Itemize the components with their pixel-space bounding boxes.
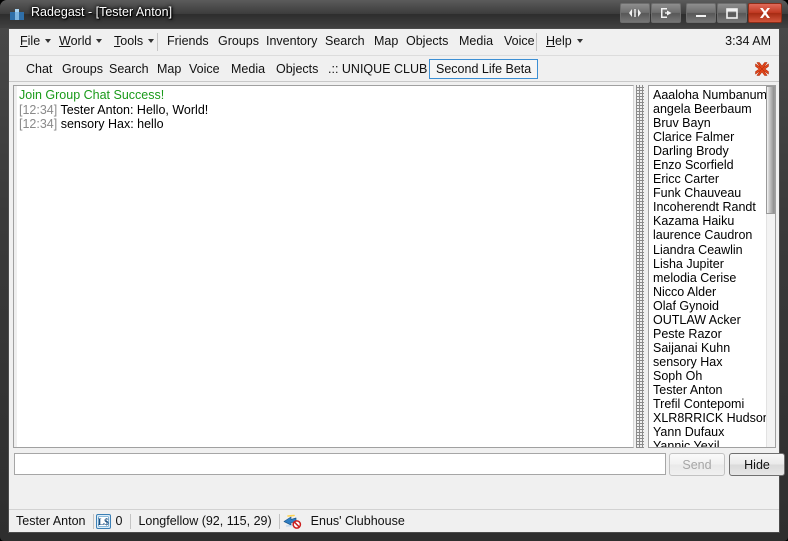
chat-timestamp: [12:34] (19, 117, 58, 131)
participant-row[interactable]: Nicco Alder (653, 285, 765, 299)
hide-button[interactable]: Hide (729, 453, 785, 476)
status-parcel: Enus' Clubhouse (310, 514, 405, 528)
participant-row[interactable]: XLR8RRICK Hudson (653, 411, 770, 425)
linden-dollar-icon: L$ (94, 513, 113, 529)
menu-media[interactable]: Media (458, 34, 494, 52)
participant-row[interactable]: Aaaloha Numbanumba (653, 88, 775, 102)
window-title: Radegast - [Tester Anton] (31, 5, 173, 19)
tab-search[interactable]: Search (102, 59, 156, 79)
chat-scroll-strip[interactable] (14, 86, 17, 447)
menu-friends[interactable]: Friends (166, 34, 210, 52)
chat-text: sensory Hax: hello (60, 117, 164, 131)
menu-file[interactable]: File (19, 34, 52, 52)
status-location: Longfellow (92, 115, 29) (138, 514, 272, 528)
participant-row[interactable]: Peste Razor (653, 327, 765, 341)
chat-log: Join Group Chat Success! [12:34] Tester … (19, 88, 631, 447)
menu-tools[interactable]: Tools (113, 34, 155, 52)
status-avatar-name: Tester Anton (16, 514, 86, 528)
menu-groups[interactable]: Groups (217, 34, 260, 52)
menu-bar: File World Tools Friends Groups Inventor… (9, 29, 779, 56)
menu-world[interactable]: World (58, 34, 103, 52)
chat-text: Tester Anton: Hello, World! (60, 102, 209, 117)
clock: 3:34 AM (725, 34, 771, 48)
chevron-down-icon (148, 39, 155, 43)
svg-text:L$: L$ (97, 517, 108, 528)
chevron-down-icon (576, 39, 583, 43)
export-button[interactable] (651, 3, 681, 23)
chat-line: [12:34] Tester Anton: Hello, World! (19, 103, 631, 118)
participant-list: Aaaloha Numbanumba angela Beerbaum Bruv Ba… (653, 88, 775, 447)
chevron-down-icon (45, 39, 52, 43)
scrollbar-thumb[interactable] (766, 86, 775, 214)
menu-separator (157, 33, 158, 51)
chat-input[interactable] (14, 453, 666, 475)
participant-row[interactable]: Olaf Gynoid (653, 299, 765, 313)
participant-row[interactable]: laurence Caudron (653, 228, 765, 242)
participant-row[interactable]: Clarice Falmer (653, 130, 765, 144)
participant-row[interactable]: Incoherendt Randt (653, 200, 765, 214)
radegast-blocks-icon (9, 6, 25, 22)
tab-bar: Chat Groups Search Map Voice Media Objec… (9, 56, 779, 82)
menu-inventory[interactable]: Inventory (265, 34, 318, 52)
participant-row[interactable]: Funk Chauveau (653, 186, 765, 200)
chat-log-panel[interactable]: Join Group Chat Success! [12:34] Tester … (13, 85, 634, 448)
participant-row[interactable]: Saijanai Kuhn (653, 341, 765, 355)
minimize-button[interactable] (686, 3, 716, 23)
participant-row[interactable]: Darling Brody (653, 144, 765, 158)
resize-button[interactable] (620, 3, 650, 23)
tab-media[interactable]: Media (224, 59, 272, 79)
chat-line: [12:34] sensory Hax: hello (19, 117, 631, 132)
participant-row[interactable]: Soph Oh (653, 369, 765, 383)
participant-row[interactable]: Enzo Scorfield (653, 158, 765, 172)
client-area: File World Tools Friends Groups Inventor… (8, 28, 785, 533)
no-fly-icon (280, 513, 304, 529)
menu-voice[interactable]: Voice (503, 34, 536, 52)
close-tab-x-icon[interactable] (753, 60, 771, 78)
participant-row[interactable]: Liandra Ceawlin (653, 243, 765, 257)
tab-chat[interactable]: Chat (19, 59, 59, 79)
menu-separator (536, 33, 537, 51)
status-bar: Tester Anton L$ 0 Longfellow (92, 115, 2… (9, 509, 779, 532)
chat-line: Join Group Chat Success! (19, 88, 165, 102)
menu-help[interactable]: Help (545, 34, 584, 52)
participant-row[interactable]: Trefil Contepomi (653, 397, 765, 411)
participant-row[interactable]: Tester Anton (653, 383, 765, 397)
tab-second-life-beta[interactable]: Second Life Beta (429, 59, 539, 79)
menu-search[interactable]: Search (324, 34, 366, 52)
application-window: Radegast - [Tester Anton] File World Too… (0, 0, 788, 541)
participant-row[interactable]: Lisha Jupiter (653, 257, 765, 271)
chat-timestamp: [12:34] (19, 102, 58, 117)
participant-row[interactable]: Bruv Bayn (653, 116, 765, 130)
participant-list-scrollbar[interactable] (766, 86, 775, 447)
participant-list-panel[interactable]: Aaaloha Numbanumba angela Beerbaum Bruv Ba… (648, 85, 776, 448)
participant-row[interactable]: Ericc Carter (653, 172, 765, 186)
participant-row[interactable]: melodia Cerise (653, 271, 765, 285)
participant-row[interactable]: Yannic Yexil (653, 439, 765, 447)
status-balance: 0 (115, 514, 123, 528)
chevron-down-icon (96, 39, 103, 43)
participant-row[interactable]: OUTLAW Acker (653, 313, 765, 327)
tab-voice[interactable]: Voice (182, 59, 227, 79)
participant-row[interactable]: angela Beerbaum (653, 102, 765, 116)
tab-objects[interactable]: Objects (269, 59, 325, 79)
panel-splitter[interactable] (636, 85, 644, 448)
participant-row[interactable]: sensory Hax (653, 355, 765, 369)
participant-row[interactable]: Yann Dufaux (653, 425, 765, 439)
maximize-button[interactable] (717, 3, 747, 23)
main-body: Join Group Chat Success! [12:34] Tester … (9, 82, 785, 480)
participant-row[interactable]: Kazama Haiku (653, 214, 765, 228)
menu-objects[interactable]: Objects (405, 34, 449, 52)
send-button[interactable]: Send (669, 453, 725, 476)
close-button[interactable] (748, 3, 782, 23)
menu-map[interactable]: Map (373, 34, 399, 52)
title-bar[interactable]: Radegast - [Tester Anton] (0, 0, 788, 28)
chat-input-row: Send Hide (9, 450, 785, 480)
